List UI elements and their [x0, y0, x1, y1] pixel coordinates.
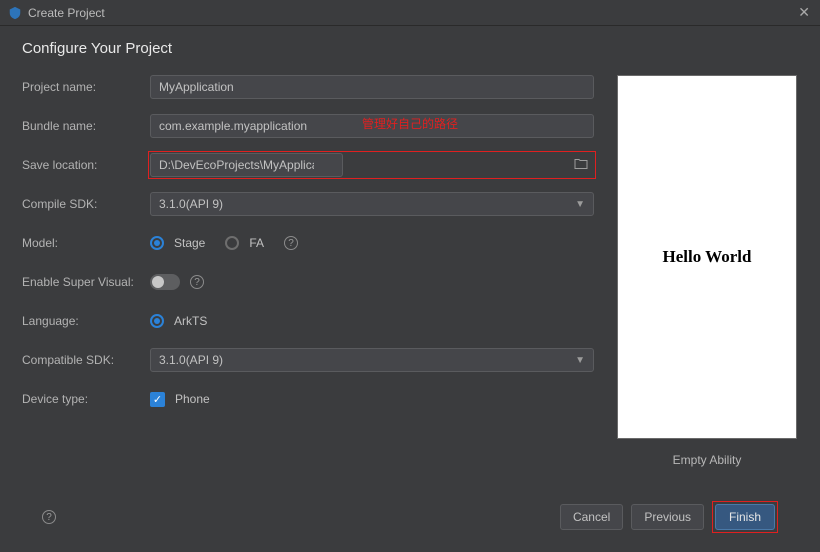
browse-folder-icon[interactable] — [574, 158, 588, 173]
highlight-finish: Finish — [712, 501, 778, 533]
preview-column: Hello World Empty Ability — [616, 75, 798, 492]
label-bundle-name: Bundle name: — [22, 119, 150, 133]
radio-label-fa: FA — [249, 236, 264, 250]
save-location-input[interactable] — [150, 153, 343, 177]
help-icon[interactable]: ? — [284, 236, 298, 250]
row-language: Language: ArkTS — [22, 309, 594, 333]
form-column: Project name: Bundle name: Save location… — [22, 75, 594, 492]
row-model: Model: Stage FA ? — [22, 231, 594, 255]
titlebar-left: Create Project — [8, 6, 105, 20]
app-logo-icon — [8, 6, 22, 20]
cancel-label: Cancel — [573, 510, 610, 524]
footer-buttons: Cancel Previous Finish — [560, 501, 778, 533]
label-compile-sdk: Compile SDK: — [22, 197, 150, 211]
radio-label-arkts: ArkTS — [174, 314, 207, 328]
row-project-name: Project name: — [22, 75, 594, 99]
columns: Project name: Bundle name: Save location… — [22, 75, 798, 492]
footer: ? Cancel Previous Finish — [22, 492, 798, 542]
preview-caption: Empty Ability — [673, 453, 742, 467]
previous-button[interactable]: Previous — [631, 504, 704, 530]
cancel-button[interactable]: Cancel — [560, 504, 623, 530]
row-compile-sdk: Compile SDK: 3.1.0(API 9) ▼ — [22, 192, 594, 216]
window-title: Create Project — [28, 6, 105, 20]
finish-button[interactable]: Finish — [715, 504, 775, 530]
label-device-type: Device type: — [22, 392, 150, 406]
compatible-sdk-select[interactable]: 3.1.0(API 9) ▼ — [150, 348, 594, 372]
checkbox-phone[interactable]: ✓ — [150, 392, 165, 407]
compatible-sdk-value: 3.1.0(API 9) — [159, 353, 223, 367]
radio-model-stage[interactable] — [150, 236, 164, 250]
label-language: Language: — [22, 314, 150, 328]
label-super-visual: Enable Super Visual: — [22, 275, 150, 289]
toggle-knob — [152, 276, 164, 288]
help-icon[interactable]: ? — [190, 275, 204, 289]
label-save-location: Save location: — [22, 158, 150, 172]
row-compatible-sdk: Compatible SDK: 3.1.0(API 9) ▼ — [22, 348, 594, 372]
radio-model-fa[interactable] — [225, 236, 239, 250]
project-name-input[interactable] — [150, 75, 594, 99]
annotation-text: 管理好自己的路径 — [362, 115, 458, 132]
label-compatible-sdk: Compatible SDK: — [22, 353, 150, 367]
content-area: Configure Your Project Project name: Bun… — [0, 26, 820, 552]
help-icon[interactable]: ? — [42, 510, 56, 524]
row-super-visual: Enable Super Visual: ? — [22, 270, 594, 294]
radio-label-stage: Stage — [174, 236, 205, 250]
titlebar: Create Project ✕ — [0, 0, 820, 26]
super-visual-toggle[interactable] — [150, 274, 180, 290]
row-device-type: Device type: ✓ Phone — [22, 387, 594, 411]
chevron-down-icon: ▼ — [575, 199, 585, 210]
chevron-down-icon: ▼ — [575, 355, 585, 366]
compile-sdk-value: 3.1.0(API 9) — [159, 197, 223, 211]
preview-text: Hello World — [663, 247, 752, 267]
compile-sdk-select[interactable]: 3.1.0(API 9) ▼ — [150, 192, 594, 216]
close-icon[interactable]: ✕ — [798, 4, 810, 21]
window: Create Project ✕ Configure Your Project … — [0, 0, 820, 552]
label-project-name: Project name: — [22, 80, 150, 94]
device-preview: Hello World — [617, 75, 797, 439]
previous-label: Previous — [644, 510, 691, 524]
page-title: Configure Your Project — [22, 40, 798, 57]
radio-language-arkts[interactable] — [150, 314, 164, 328]
label-model: Model: — [22, 236, 150, 250]
row-bundle-name: Bundle name: — [22, 114, 594, 138]
checkbox-label-phone: Phone — [175, 392, 210, 406]
finish-label: Finish — [729, 510, 761, 524]
row-save-location: Save location: — [22, 153, 594, 177]
